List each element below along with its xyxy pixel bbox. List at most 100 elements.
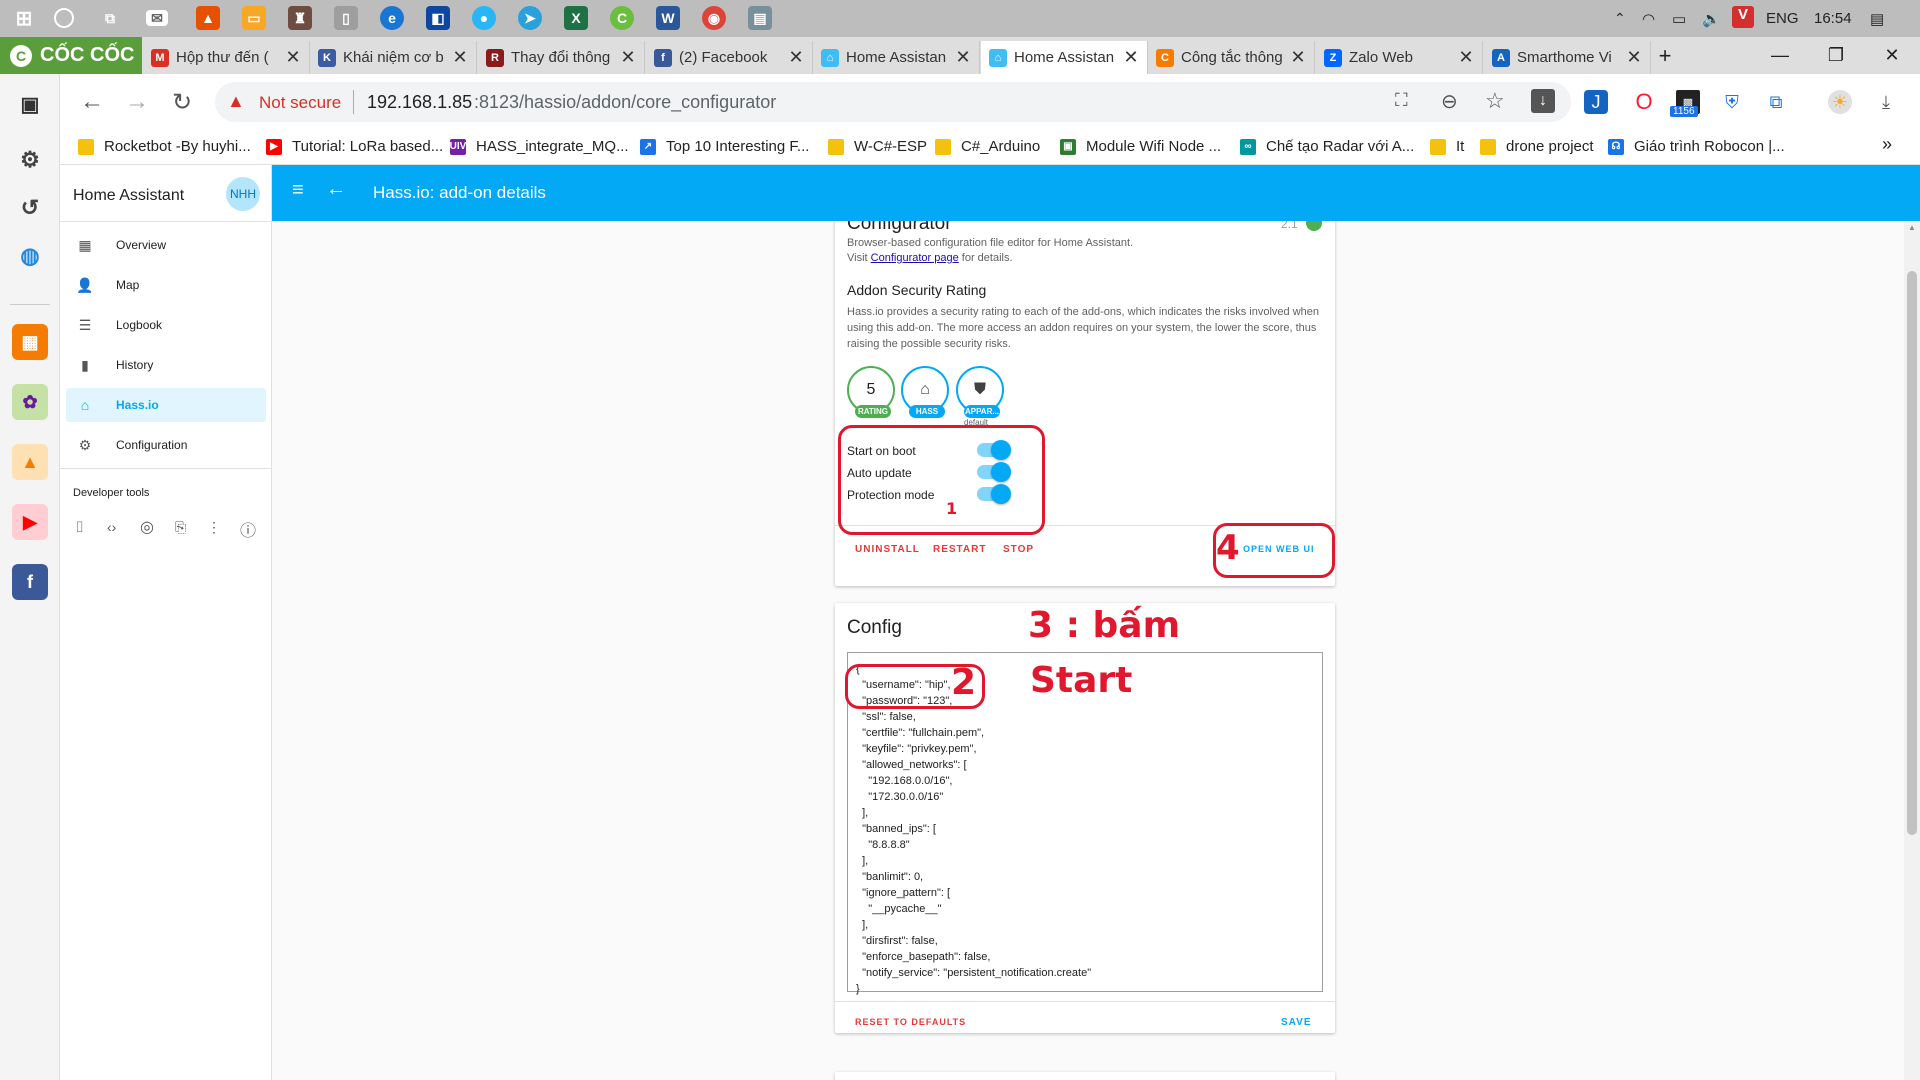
browser-tab[interactable]: K Khái niệm cơ b ✕ (310, 41, 477, 74)
tab-close-icon[interactable]: ✕ (452, 47, 468, 68)
edge-browser-icon[interactable]: e (380, 6, 404, 30)
shopping-shortcut-icon[interactable]: ✿ (12, 384, 48, 420)
game-app-icon[interactable]: ♜ (288, 6, 312, 30)
sidebar-toggle-icon[interactable]: ▣ (12, 86, 48, 122)
tab-close-icon[interactable]: ✕ (788, 47, 804, 68)
settings-icon[interactable]: ⚙ (12, 142, 48, 178)
opera-icon[interactable]: O (1632, 89, 1656, 114)
zoom-icon[interactable]: ⊖ (1441, 89, 1458, 114)
hass-badge[interactable]: ⌂ HASS (901, 366, 949, 418)
address-bar[interactable]: ▲ Not secure 192.168.1.85 :8123/hassio/a… (215, 82, 1571, 122)
browser-tab[interactable]: M Hộp thư đến (✕ (143, 41, 310, 74)
new-tab-button[interactable]: + (1637, 37, 1693, 74)
profile-avatar[interactable]: ☀ (1828, 90, 1852, 114)
info-tool-icon[interactable]: ⓘ (240, 517, 256, 541)
browser-tab[interactable]: C Công tắc thông ✕ (1148, 41, 1315, 74)
word-icon[interactable]: W (656, 6, 680, 30)
reset-defaults-button[interactable]: RESET TO DEFAULTS (855, 1017, 966, 1027)
excel-icon[interactable]: X (564, 6, 588, 30)
dev-app-icon[interactable]: ◧ (426, 6, 450, 30)
clock[interactable]: 16:54 (1814, 10, 1852, 27)
menu-icon[interactable]: ≡ (292, 179, 304, 202)
translate-extension-icon[interactable]: ⧉ (1764, 90, 1788, 114)
browser-tab[interactable]: Z Zalo Web ✕ (1316, 41, 1483, 74)
tab-close-icon[interactable]: ✕ (955, 47, 971, 68)
browser-download-menu-icon[interactable]: ⤓ (1874, 90, 1898, 114)
file-explorer-icon[interactable]: ▭ (242, 6, 266, 30)
facebook-shortcut-icon[interactable]: f (12, 564, 48, 600)
bookmark-item[interactable]: W-C#-ESP (828, 138, 927, 155)
bookmark-item[interactable]: ▶ Tutorial: LoRa based... (266, 138, 443, 155)
forward-button[interactable]: → (122, 88, 152, 116)
sidebar-item-logbook[interactable]: ☰ Logbook (66, 308, 266, 342)
sidebar-item-history[interactable]: ▮ History (66, 348, 266, 382)
bookmark-item[interactable]: ↗ Top 10 Interesting F... (640, 138, 809, 155)
states-tool-icon[interactable]: ⋮ (207, 519, 221, 536)
bookmark-item[interactable]: UIV HASS_integrate_MQ... (450, 138, 629, 155)
browser-tab[interactable]: A Smarthome Vi ✕ (1484, 41, 1651, 74)
back-button[interactable]: ← (77, 88, 107, 116)
close-window-button[interactable]: ✕ (1864, 37, 1920, 74)
services-tool-icon[interactable]: ⌷ (75, 519, 84, 536)
tab-close-icon[interactable]: ✕ (620, 47, 636, 68)
battery-icon[interactable]: ▭ (1672, 10, 1686, 28)
tab-close-icon[interactable]: ✕ (1290, 47, 1306, 68)
tray-chevron-icon[interactable]: ⌃ (1614, 10, 1626, 27)
chrome-icon[interactable]: ◉ (702, 6, 726, 30)
language-indicator[interactable]: ENG (1766, 10, 1799, 27)
firebase-shortcut-icon[interactable]: ▲ (12, 444, 48, 480)
scrollbar-thumb[interactable] (1907, 271, 1917, 835)
mqtt-tool-icon[interactable]: ◎ (140, 517, 154, 537)
history-icon[interactable]: ↺ (12, 190, 48, 226)
vivaldi-icon[interactable]: V (1732, 6, 1754, 28)
search-icon[interactable] (54, 8, 74, 28)
chat-app-icon[interactable]: ● (472, 6, 496, 30)
wifi-icon[interactable]: ◠ (1642, 10, 1655, 28)
more-bookmarks-icon[interactable]: » (1882, 134, 1892, 155)
back-arrow-icon[interactable]: ← (326, 178, 346, 201)
apparmor-badge[interactable]: ⛊ APPAR... (956, 366, 1004, 418)
user-avatar[interactable]: NHH (226, 177, 260, 211)
rating-badge[interactable]: 5 RATING (847, 366, 895, 418)
translate-icon[interactable]: ⛶ (1395, 90, 1408, 111)
stop-button[interactable]: STOP (1003, 544, 1034, 555)
usb-app-icon[interactable]: ▯ (334, 6, 358, 30)
browser-tab[interactable]: f (2) Facebook ✕ (646, 41, 813, 74)
telegram-icon[interactable]: ➤ (518, 6, 542, 30)
tab-close-icon[interactable]: ✕ (1458, 47, 1474, 68)
maximize-button[interactable]: ❐ (1808, 37, 1864, 74)
bookmark-item[interactable]: ☊ Giáo trình Robocon |... (1608, 138, 1785, 155)
minimize-button[interactable]: — (1752, 37, 1808, 74)
uninstall-button[interactable]: UNINSTALL (855, 544, 920, 555)
sidebar-item-configuration[interactable]: ⚙ Configuration (66, 428, 266, 462)
game-shortcut-icon[interactable]: ▦ (12, 324, 48, 360)
volume-icon[interactable]: 🔊 (1702, 10, 1721, 28)
coccoc-logo[interactable]: C CỐC CỐC (0, 37, 142, 74)
notifications-icon[interactable]: ▤ (1870, 10, 1884, 28)
bookmark-item[interactable]: It (1430, 138, 1464, 155)
windows-start-icon[interactable]: ⊞ (12, 6, 36, 30)
template-tool-icon[interactable]: ‹› (107, 519, 116, 535)
reload-button[interactable]: ↻ (167, 88, 197, 117)
sidebar-item-hass-io[interactable]: ⌂ Hass.io (66, 388, 266, 422)
tab-close-icon[interactable]: ✕ (285, 47, 301, 68)
events-tool-icon[interactable]: ⎘ (175, 519, 186, 536)
bookmark-item[interactable]: ∞ Chế tạo Radar với A... (1240, 138, 1414, 155)
scroll-up-arrow[interactable]: ▲ (1908, 223, 1916, 232)
mail-app-icon[interactable]: ✉ (146, 10, 168, 26)
browser-tab[interactable]: ⌂ Home Assistan ✕ (813, 41, 980, 74)
messenger-icon[interactable]: ◍ (12, 238, 48, 274)
browser-tab[interactable]: ⌂ Home Assistan ✕ (981, 41, 1148, 74)
security-status[interactable]: Not secure (259, 93, 341, 113)
sidebar-item-overview[interactable]: ▦ Overview (66, 228, 266, 262)
tab-close-icon[interactable]: ✕ (1123, 47, 1139, 68)
coccoc-taskbar-icon[interactable]: C (610, 6, 634, 30)
save-button[interactable]: SAVE (1281, 1017, 1312, 1028)
matlab-app-icon[interactable]: ▲ (196, 6, 220, 30)
bookmark-item[interactable]: Rocketbot -By huyhi... (78, 138, 251, 155)
youtube-shortcut-icon[interactable]: ▶ (12, 504, 48, 540)
restart-button[interactable]: RESTART (933, 544, 986, 555)
sidebar-item-map[interactable]: 👤 Map (66, 268, 266, 302)
bookmark-item[interactable]: drone project (1480, 138, 1594, 155)
extension-j-icon[interactable]: J (1584, 90, 1608, 114)
